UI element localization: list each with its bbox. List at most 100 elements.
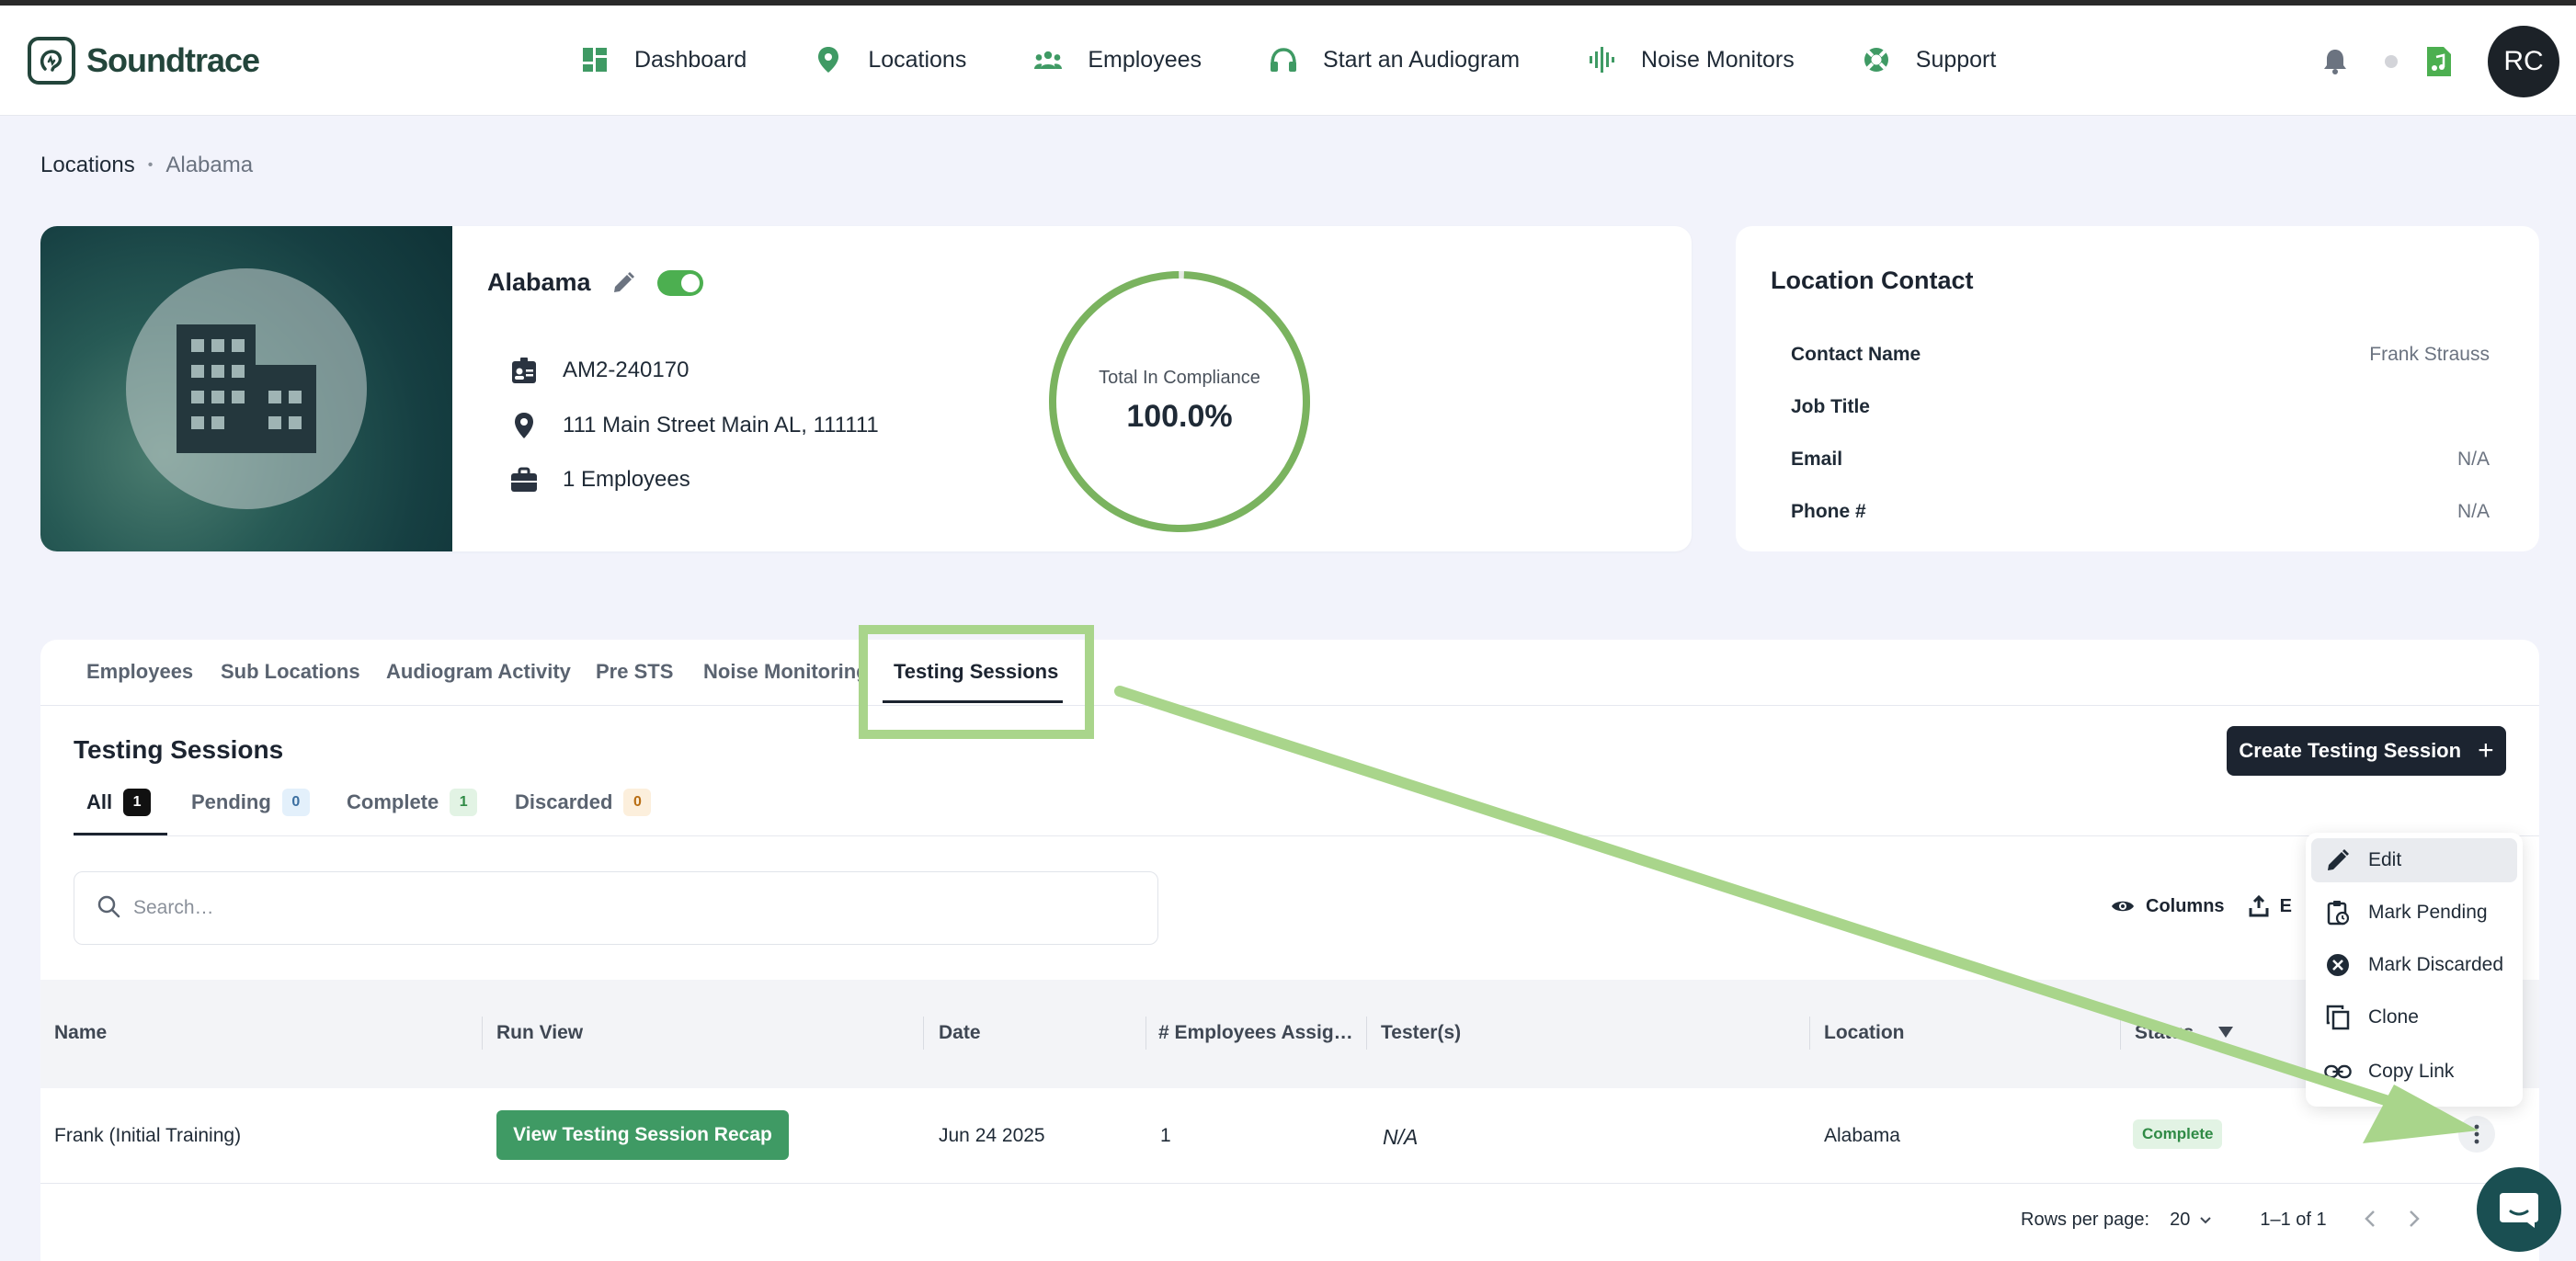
next-page-icon[interactable] — [2408, 1206, 2421, 1234]
table-header: Name Run View Date # Employees Assig… Te… — [40, 980, 2539, 1088]
column-header[interactable]: Tester(s) — [1381, 1022, 1461, 1044]
rows-per-page-select[interactable]: 20 — [2170, 1210, 2212, 1231]
column-divider[interactable] — [1809, 1017, 1810, 1050]
create-testing-session-button[interactable]: Create Testing Session + — [2227, 726, 2506, 776]
id-badge-icon — [509, 357, 539, 384]
nav-start-audiogram[interactable]: Start an Audiogram — [1270, 46, 1520, 74]
active-toggle[interactable] — [656, 269, 703, 296]
prev-page-icon[interactable] — [2364, 1206, 2377, 1234]
menu-item-mark-discarded[interactable]: Mark Discarded — [2311, 943, 2517, 987]
location-name: Alabama — [487, 268, 591, 296]
table-row[interactable]: Frank (Initial Training) View Testing Se… — [40, 1088, 2539, 1184]
pencil-icon[interactable] — [611, 271, 635, 295]
sort-arrow-icon[interactable] — [2217, 1026, 2234, 1043]
cell-date: Jun 24 2025 — [939, 1125, 1045, 1146]
nav-support[interactable]: Support — [1863, 46, 1997, 74]
menu-label: Mark Discarded — [2368, 954, 2504, 975]
filter-label: All — [86, 790, 113, 813]
menu-item-edit[interactable]: Edit — [2311, 838, 2517, 882]
location-title: Alabama — [487, 268, 703, 297]
rows-per-page-value: 20 — [2170, 1210, 2191, 1230]
active-filter-indicator — [74, 833, 167, 835]
nav-noise-monitors[interactable]: Noise Monitors — [1588, 46, 1795, 74]
column-divider[interactable] — [1366, 1017, 1367, 1050]
status-badge: Complete — [2133, 1119, 2223, 1149]
filter-label: Pending — [191, 790, 271, 813]
column-divider[interactable] — [923, 1017, 924, 1050]
contact-value: N/A — [2456, 449, 2490, 470]
column-header-status[interactable]: Status — [2135, 1022, 2194, 1044]
column-header[interactable]: # Employees Assig… — [1158, 1022, 1353, 1044]
row-actions-kebab-icon[interactable] — [2458, 1116, 2495, 1153]
tab-audiogram-activity[interactable]: Audiogram Activity — [386, 660, 571, 684]
create-button-label: Create Testing Session — [2239, 739, 2462, 762]
pagination: Rows per page: 20 1–1 of 1 — [2021, 1206, 2421, 1234]
location-card: Alabama AM2-240170 111 Main Street Main … — [40, 226, 1692, 551]
nav-employees[interactable]: Employees — [1034, 46, 1202, 74]
column-header[interactable]: Name — [54, 1022, 107, 1044]
rows-per-page-label: Rows per page: — [2021, 1210, 2150, 1230]
column-divider[interactable] — [2120, 1017, 2121, 1050]
people-icon — [1034, 46, 1063, 74]
contact-key: Job Title — [1791, 396, 1870, 417]
contact-row: Phone # N/A — [1791, 501, 2490, 523]
compliance-ring: Total In Compliance 100.0% — [1046, 268, 1313, 535]
location-pin-icon — [815, 46, 842, 74]
column-divider[interactable] — [482, 1017, 483, 1050]
chat-support-button[interactable] — [2477, 1167, 2561, 1252]
nav-dashboard[interactable]: Dashboard — [581, 46, 747, 74]
nav-label: Employees — [1088, 46, 1203, 73]
nav-locations[interactable]: Locations — [815, 46, 966, 74]
menu-label: Copy Link — [2368, 1061, 2455, 1082]
tab-sub-locations[interactable]: Sub Locations — [221, 660, 360, 684]
tab-pre-sts[interactable]: Pre STS — [596, 660, 673, 684]
view-recap-button[interactable]: View Testing Session Recap — [496, 1110, 789, 1160]
location-contact-card: Location Contact Contact Name Frank Stra… — [1736, 226, 2539, 551]
contact-row: Contact Name Frank Strauss — [1791, 344, 2490, 366]
menu-label: Mark Pending — [2368, 902, 2488, 923]
compliance-value: 100.0% — [1126, 399, 1233, 434]
filter-complete[interactable]: Complete 1 — [347, 789, 478, 816]
tab-noise-monitoring[interactable]: Noise Monitoring — [703, 660, 869, 684]
column-header[interactable]: Date — [939, 1022, 981, 1044]
search-input[interactable] — [133, 897, 961, 919]
column-header[interactable]: Location — [1824, 1022, 1905, 1044]
filter-count-badge: 1 — [123, 789, 152, 816]
filter-pending[interactable]: Pending 0 — [191, 789, 310, 816]
location-address-row: 111 Main Street Main AL, 111111 — [509, 412, 879, 439]
filter-discarded[interactable]: Discarded 0 — [515, 789, 652, 816]
building-icon — [126, 268, 367, 509]
music-file-icon[interactable] — [2425, 45, 2453, 78]
lifebuoy-icon — [1863, 46, 1890, 74]
contact-row: Job Title — [1791, 396, 2490, 418]
copy-icon — [2324, 1005, 2352, 1030]
pencil-icon — [2324, 848, 2352, 872]
eye-icon — [2112, 901, 2134, 912]
breadcrumb-locations[interactable]: Locations — [40, 153, 135, 178]
breadcrumb: Locations • Alabama — [40, 153, 253, 178]
menu-item-copy-link[interactable]: Copy Link — [2311, 1050, 2517, 1094]
column-header[interactable]: Run View — [496, 1022, 583, 1044]
status-filter-tabs: All 1 Pending 0 Complete 1 Discarded 0 — [74, 789, 2539, 836]
location-employees: 1 Employees — [563, 467, 690, 492]
menu-item-clone[interactable]: Clone — [2311, 995, 2517, 1039]
bell-icon[interactable] — [2317, 43, 2354, 80]
contact-key: Email — [1791, 449, 1843, 470]
nav-label: Dashboard — [634, 46, 747, 73]
cell-location: Alabama — [1824, 1125, 1900, 1146]
status-dot — [2385, 55, 2398, 68]
filter-count-badge: 1 — [450, 789, 478, 816]
user-avatar[interactable]: RC — [2488, 26, 2559, 97]
location-id: AM2-240170 — [563, 358, 690, 382]
soundtrace-logo[interactable]: Soundtrace — [28, 37, 260, 85]
columns-button[interactable]: Columns — [2111, 896, 2225, 917]
filter-all[interactable]: All 1 — [86, 789, 152, 816]
tab-employees[interactable]: Employees — [86, 660, 193, 684]
menu-item-mark-pending[interactable]: Mark Pending — [2311, 891, 2517, 935]
export-icon — [2249, 895, 2269, 917]
nav-label: Noise Monitors — [1641, 46, 1795, 73]
nav-label: Support — [1915, 46, 1997, 73]
location-tabs: Employees Sub Locations Audiogram Activi… — [40, 640, 2539, 706]
export-button[interactable]: E — [2249, 895, 2292, 917]
waveform-icon — [1588, 46, 1615, 74]
